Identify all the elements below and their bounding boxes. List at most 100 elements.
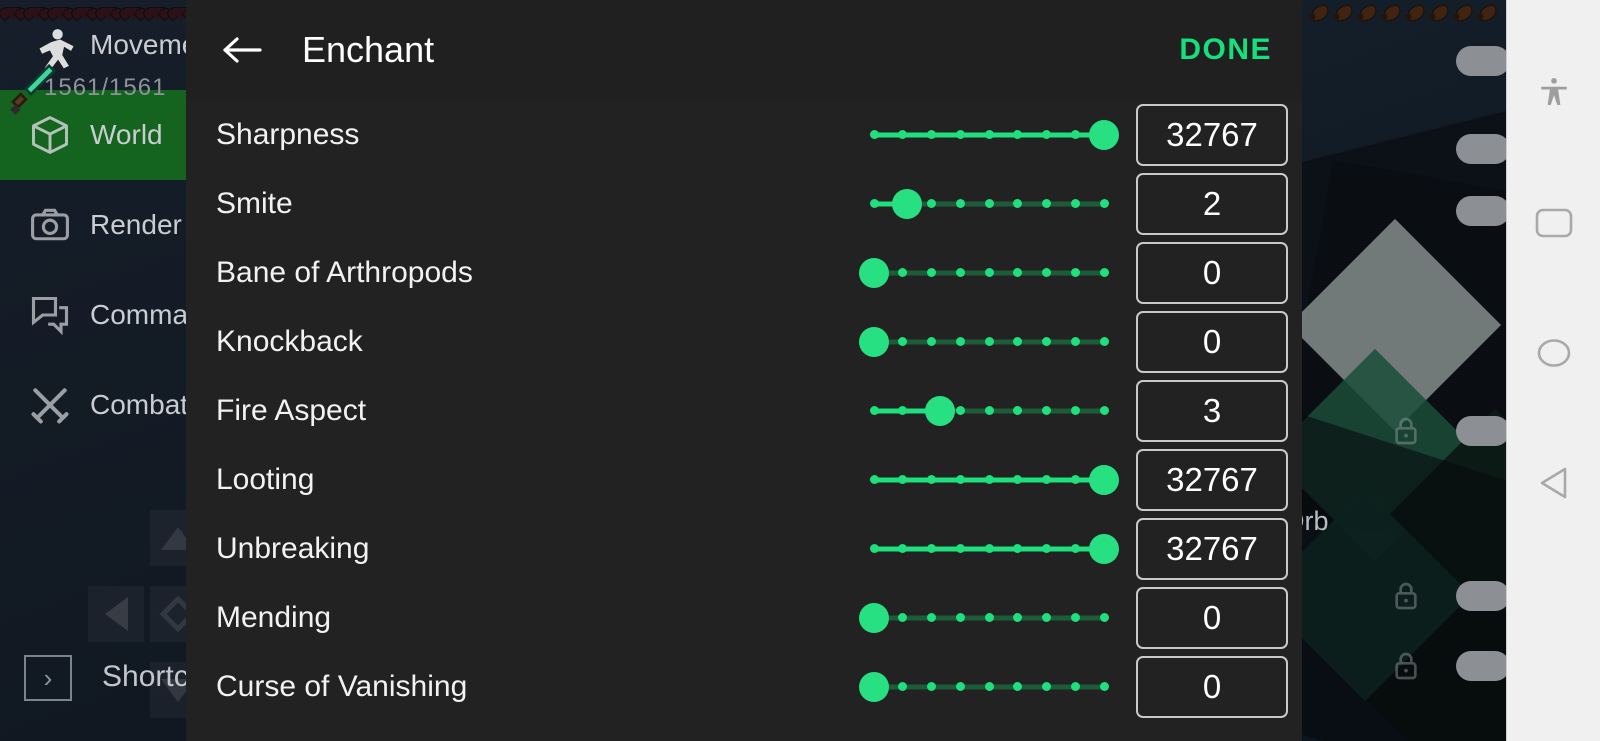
accessibility-button[interactable] [1507, 28, 1600, 158]
sidebar-item-combat[interactable]: Combat [0, 360, 186, 450]
enchantment-slider[interactable] [864, 529, 1114, 569]
sidebar-item-label: Combat [90, 389, 186, 421]
slider-tick [1042, 337, 1051, 346]
home-button[interactable] [1507, 288, 1600, 418]
slider-tick [985, 199, 994, 208]
toggle-switch[interactable] [1456, 651, 1506, 681]
toggle-switch[interactable] [1456, 46, 1506, 76]
enchantment-value-input[interactable]: 0 [1136, 311, 1288, 373]
slider-ticks [874, 115, 1104, 155]
slider-tick [985, 682, 994, 691]
enchantment-value-input[interactable]: 2 [1136, 173, 1288, 235]
slider-tick [1042, 268, 1051, 277]
slider-tick [1100, 337, 1109, 346]
enchantment-label: Mending [216, 601, 864, 635]
slider-tick [927, 544, 936, 553]
slider-thumb[interactable] [859, 603, 889, 633]
camera-icon [28, 203, 72, 247]
running-person-icon [28, 23, 72, 67]
done-button[interactable]: DONE [1179, 33, 1272, 67]
slider-tick [898, 337, 907, 346]
enchantment-value-input[interactable]: 32767 [1136, 449, 1288, 511]
toggle-switch[interactable] [1456, 416, 1506, 446]
enchantment-slider[interactable] [864, 598, 1114, 638]
slider-tick [870, 406, 879, 415]
enchantment-value-input[interactable]: 3 [1136, 380, 1288, 442]
cube-icon [28, 113, 72, 157]
enchantment-value-input[interactable]: 32767 [1136, 104, 1288, 166]
enchantment-slider[interactable] [864, 253, 1114, 293]
sidebar-item-command[interactable]: Command [0, 270, 186, 360]
enchantment-list: Sharpness32767Smite2Bane of Arthropods0K… [186, 100, 1302, 741]
enchant-header: Enchant DONE [186, 0, 1302, 100]
back-button[interactable] [214, 22, 270, 78]
slider-tick [1100, 613, 1109, 622]
enchantment-slider[interactable] [864, 460, 1114, 500]
slider-tick [927, 199, 936, 208]
enchantment-value-input[interactable]: 0 [1136, 242, 1288, 304]
slider-tick [956, 337, 965, 346]
enchantment-value-input[interactable]: 32767 [1136, 518, 1288, 580]
slider-tick [985, 268, 994, 277]
enchantment-slider[interactable] [864, 391, 1114, 431]
dpad-left-button[interactable] [88, 586, 144, 642]
home-circle-icon [1535, 335, 1573, 371]
toggle-switch[interactable] [1456, 134, 1506, 164]
enchantment-row: Mending 0 [186, 583, 1302, 652]
slider-tick [898, 268, 907, 277]
slider-thumb[interactable] [925, 396, 955, 426]
slider-tick [1013, 406, 1022, 415]
slider-tick [927, 475, 936, 484]
slider-tick [1013, 337, 1022, 346]
enchantment-slider[interactable] [864, 667, 1114, 707]
enchantment-slider[interactable] [864, 184, 1114, 224]
slider-thumb[interactable] [859, 327, 889, 357]
enchantment-row: Curse of Vanishing0 [186, 652, 1302, 721]
enchantment-value-input[interactable]: 0 [1136, 656, 1288, 718]
slider-tick [1013, 130, 1022, 139]
arrow-left-icon [220, 32, 264, 68]
sidebar-item-label: Movement [90, 29, 186, 61]
mod-menu-sidebar: 1561/1561 Movement World Render [0, 0, 186, 741]
slider-tick [927, 130, 936, 139]
enchantment-label: Sharpness [216, 118, 864, 152]
slider-thumb[interactable] [892, 189, 922, 219]
slider-tick [1071, 130, 1080, 139]
slider-thumb[interactable] [1089, 465, 1119, 495]
enchantment-row: Fire Aspect3 [186, 376, 1302, 445]
back-button-nav[interactable] [1507, 418, 1600, 548]
slider-ticks [874, 667, 1104, 707]
slider-thumb[interactable] [1089, 534, 1119, 564]
page-title: Enchant [302, 29, 1179, 71]
slider-tick [1042, 613, 1051, 622]
sidebar-item-render[interactable]: Render [0, 180, 186, 270]
slider-tick [1100, 406, 1109, 415]
slider-thumb[interactable] [1089, 120, 1119, 150]
slider-tick [956, 268, 965, 277]
slider-tick [1071, 613, 1080, 622]
shortcuts-toggle-button[interactable]: › [24, 655, 72, 701]
slider-tick [927, 268, 936, 277]
slider-tick [956, 406, 965, 415]
enchantment-value-input[interactable]: 0 [1136, 587, 1288, 649]
slider-tick [1042, 475, 1051, 484]
health-value: 1561/1561 [44, 74, 166, 102]
slider-tick [870, 199, 879, 208]
chevron-right-boxed-icon: › [44, 663, 53, 694]
slider-tick [1071, 682, 1080, 691]
enchantment-slider[interactable] [864, 115, 1114, 155]
slider-tick [898, 130, 907, 139]
toggle-switch[interactable] [1456, 196, 1506, 226]
enchant-dialog: Enchant DONE Sharpness32767Smite2Bane of… [186, 0, 1302, 741]
accessibility-icon [1537, 75, 1571, 111]
slider-tick [1071, 337, 1080, 346]
enchantment-row: Sharpness 32767 [186, 100, 1302, 169]
slider-thumb[interactable] [859, 258, 889, 288]
enchantment-slider[interactable] [864, 322, 1114, 362]
sidebar-item-label: Command [90, 299, 186, 331]
slider-tick [956, 199, 965, 208]
recents-button[interactable] [1507, 158, 1600, 288]
slider-tick [956, 475, 965, 484]
toggle-switch[interactable] [1456, 581, 1506, 611]
slider-thumb[interactable] [859, 672, 889, 702]
